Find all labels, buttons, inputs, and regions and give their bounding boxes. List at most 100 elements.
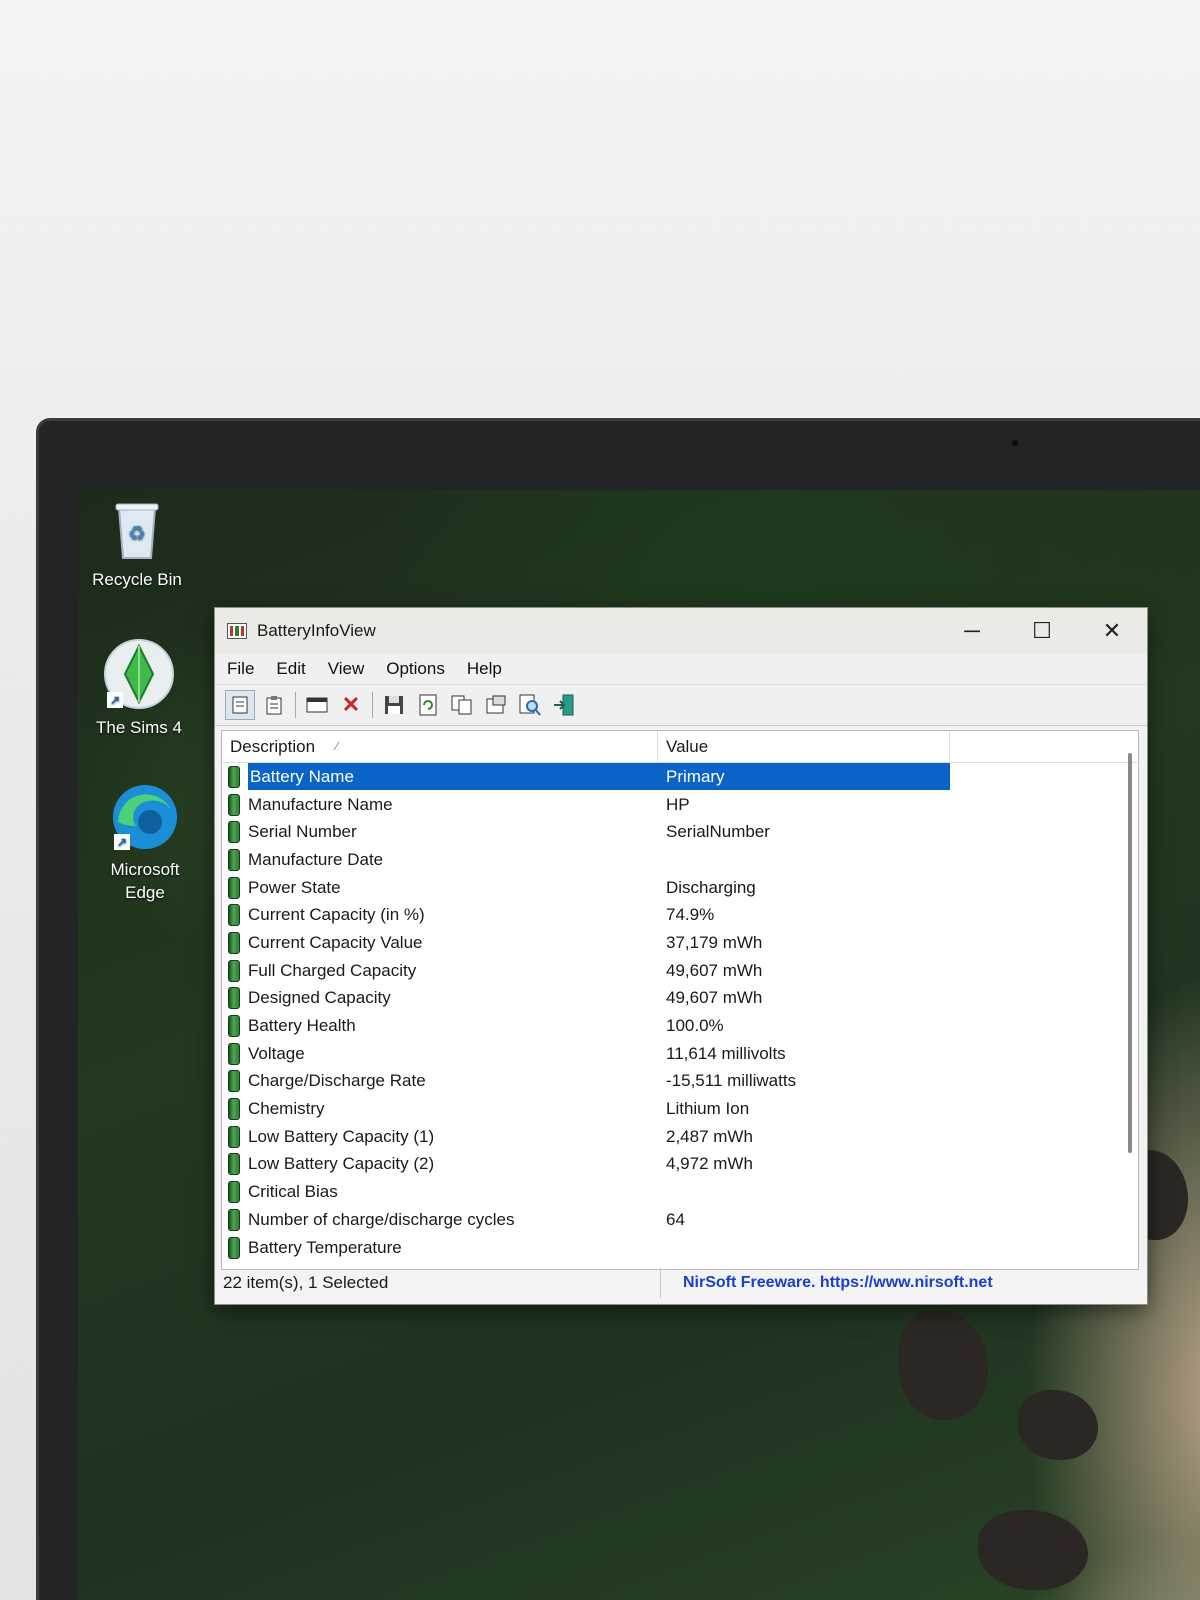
- table-row[interactable]: Number of charge/discharge cycles 64: [222, 1206, 1138, 1234]
- battery-info-list[interactable]: Description ∕ Value Battery Name Primary …: [221, 730, 1139, 1270]
- table-row[interactable]: Voltage 11,614 millivolts: [222, 1040, 1138, 1068]
- copy-icon[interactable]: [447, 690, 477, 720]
- refresh-icon[interactable]: [413, 690, 443, 720]
- battery-icon: [228, 1208, 240, 1231]
- status-bar: 22 item(s), 1 Selected NirSoft Freeware.…: [221, 1268, 1139, 1298]
- row-value: Primary: [658, 763, 950, 791]
- find-icon[interactable]: [515, 690, 545, 720]
- row-description: Manufacture Name: [248, 794, 393, 814]
- battery-log-mode-icon[interactable]: [259, 690, 289, 720]
- row-description: Battery Name: [248, 763, 658, 791]
- table-row[interactable]: Battery Name Primary: [222, 763, 1138, 791]
- battery-icon: [228, 821, 240, 844]
- menu-options[interactable]: Options: [386, 659, 445, 679]
- row-description: Manufacture Date: [248, 849, 384, 869]
- row-value: 37,179 mWh: [666, 932, 763, 952]
- sims-plumbob-icon: ↗: [103, 638, 175, 710]
- battery-icon: [228, 1181, 240, 1204]
- list-header: Description ∕ Value: [222, 731, 1138, 763]
- column-header-value[interactable]: Value: [658, 731, 950, 762]
- table-row[interactable]: Low Battery Capacity (1) 2,487 mWh: [222, 1123, 1138, 1151]
- html-report-icon[interactable]: [481, 690, 511, 720]
- table-row[interactable]: Manufacture Name HP: [222, 791, 1138, 819]
- row-description: Battery Temperature: [248, 1237, 402, 1257]
- battery-icon: [228, 1042, 240, 1065]
- row-value: Discharging: [666, 877, 756, 897]
- battery-icon: [228, 848, 240, 871]
- menu-view[interactable]: View: [328, 659, 365, 679]
- vertical-scrollbar[interactable]: [1128, 753, 1132, 1153]
- edge-browser-icon: ↗: [110, 782, 180, 852]
- row-description: Charge/Discharge Rate: [248, 1071, 426, 1091]
- desktop-icon-sims4[interactable]: ↗ The Sims 4: [84, 638, 194, 739]
- column-header-label: Description: [230, 737, 316, 756]
- table-row[interactable]: Current Capacity (in %) 74.9%: [222, 901, 1138, 929]
- battery-icon: [228, 987, 240, 1010]
- desktop-icon-edge[interactable]: ↗ Microsoft Edge: [90, 782, 200, 904]
- row-value: 49,607 mWh: [666, 988, 763, 1008]
- battery-icon: [228, 876, 240, 899]
- menu-edit[interactable]: Edit: [276, 659, 305, 679]
- menu-help[interactable]: Help: [467, 659, 502, 679]
- status-item-count: 22 item(s), 1 Selected: [221, 1268, 661, 1298]
- row-value: Lithium Ion: [666, 1099, 750, 1119]
- delete-icon[interactable]: ✕: [336, 690, 366, 720]
- wallpaper-rock: [898, 1310, 988, 1420]
- table-row[interactable]: Serial Number SerialNumber: [222, 818, 1138, 846]
- nirsoft-link[interactable]: NirSoft Freeware. https://www.nirsoft.ne…: [661, 1274, 993, 1292]
- row-description: Critical Bias: [248, 1182, 338, 1202]
- batteryinfoview-app-icon: [227, 623, 247, 639]
- battery-info-mode-icon[interactable]: [225, 690, 255, 720]
- table-row[interactable]: Full Charged Capacity 49,607 mWh: [222, 957, 1138, 985]
- properties-window-icon[interactable]: [302, 690, 332, 720]
- table-row[interactable]: Charge/Discharge Rate -15,511 milliwatts: [222, 1068, 1138, 1096]
- battery-icon: [228, 1015, 240, 1038]
- table-row[interactable]: Current Capacity Value 37,179 mWh: [222, 929, 1138, 957]
- column-header-label: Value: [666, 737, 709, 756]
- table-row[interactable]: Designed Capacity 49,607 mWh: [222, 985, 1138, 1013]
- row-description: Chemistry: [248, 1099, 325, 1119]
- table-row[interactable]: Low Battery Capacity (2) 4,972 mWh: [222, 1151, 1138, 1179]
- row-description: Power State: [248, 877, 341, 897]
- battery-icon: [228, 931, 240, 954]
- title-bar[interactable]: BatteryInfoView ─ ☐ ✕: [215, 608, 1147, 654]
- toolbar-separator: [295, 692, 296, 718]
- save-icon[interactable]: [379, 690, 409, 720]
- row-description: Low Battery Capacity (2): [248, 1154, 435, 1174]
- minimize-button[interactable]: ─: [937, 608, 1007, 654]
- row-value: 11,614 millivolts: [666, 1043, 786, 1063]
- recycle-bin-icon: ♻: [113, 500, 161, 562]
- row-value: HP: [666, 794, 690, 814]
- row-description: Current Capacity (in %): [248, 905, 425, 925]
- row-value: SerialNumber: [666, 822, 770, 842]
- row-value: 49,607 mWh: [666, 960, 763, 980]
- table-row[interactable]: Power State Discharging: [222, 874, 1138, 902]
- desktop-icon-recycle-bin[interactable]: ♻ Recycle Bin: [82, 500, 192, 591]
- table-row[interactable]: Battery Health 100.0%: [222, 1012, 1138, 1040]
- table-row[interactable]: Critical Bias: [222, 1178, 1138, 1206]
- battery-icon: [228, 1098, 240, 1121]
- table-row[interactable]: Manufacture Date: [222, 846, 1138, 874]
- row-description: Low Battery Capacity (1): [248, 1126, 435, 1146]
- desktop-icon-label: The Sims 4: [96, 718, 182, 737]
- shortcut-arrow-icon: ↗: [107, 692, 123, 708]
- window-title: BatteryInfoView: [257, 621, 376, 640]
- window-controls: ─ ☐ ✕: [937, 608, 1147, 654]
- battery-icon: [228, 959, 240, 982]
- battery-icon: [228, 1236, 240, 1259]
- table-row[interactable]: Battery Temperature: [222, 1234, 1138, 1262]
- batteryinfoview-window: BatteryInfoView ─ ☐ ✕ File Edit View Opt…: [214, 607, 1148, 1305]
- row-description: Voltage: [248, 1043, 305, 1063]
- menu-file[interactable]: File: [227, 659, 254, 679]
- table-row[interactable]: Chemistry Lithium Ion: [222, 1095, 1138, 1123]
- battery-icon: [228, 1070, 240, 1093]
- exit-icon[interactable]: [549, 690, 579, 720]
- row-value: 100.0%: [666, 1016, 724, 1036]
- battery-icon: [228, 765, 240, 788]
- desktop-icon-label: Microsoft Edge: [110, 860, 180, 902]
- row-value: 2,487 mWh: [666, 1126, 753, 1146]
- column-header-description[interactable]: Description ∕: [222, 731, 658, 762]
- close-button[interactable]: ✕: [1077, 608, 1147, 654]
- maximize-button[interactable]: ☐: [1007, 608, 1077, 654]
- webcam: [1012, 440, 1018, 446]
